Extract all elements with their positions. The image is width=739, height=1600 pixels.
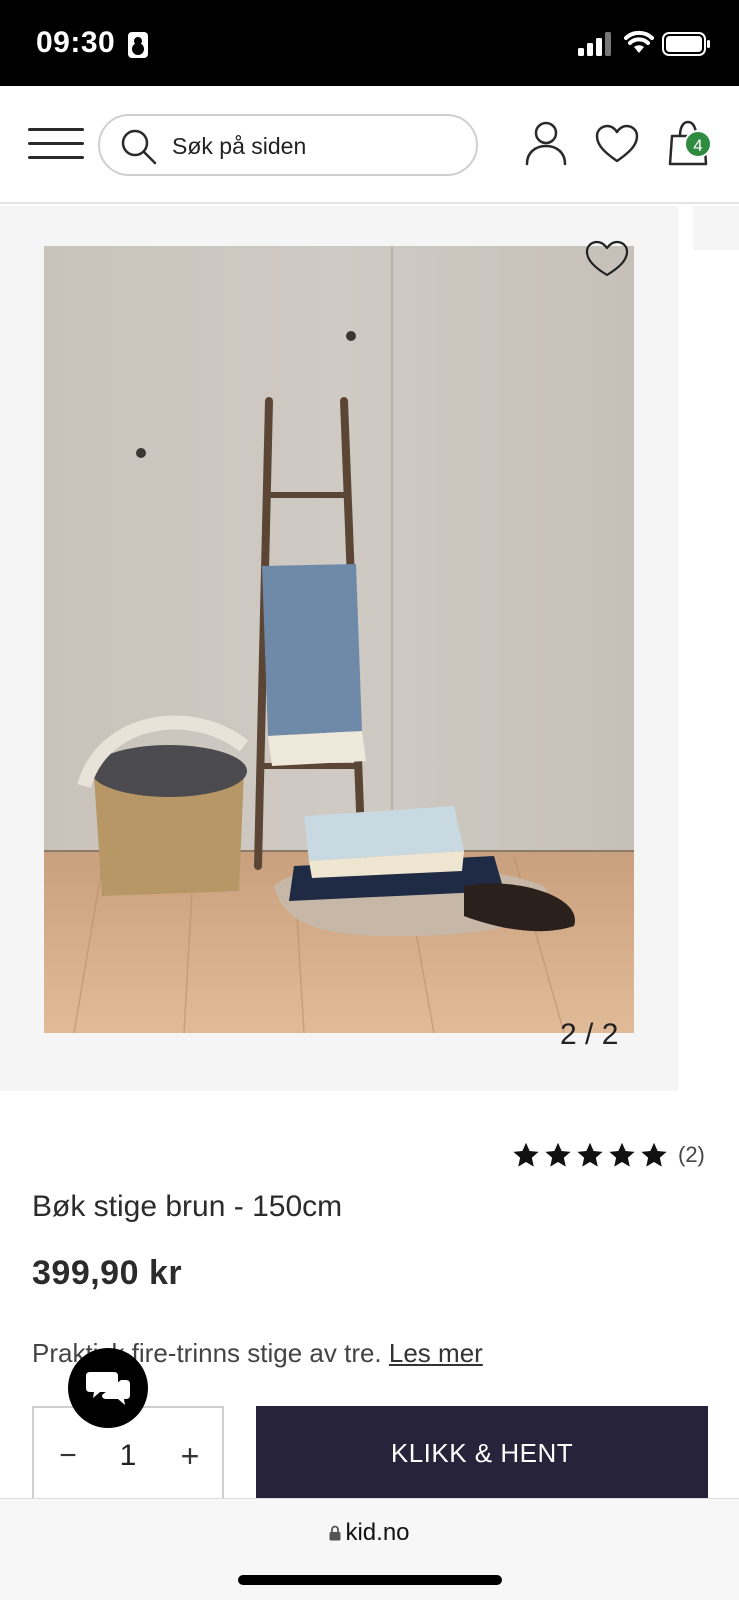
contact-badge-icon: [128, 32, 148, 58]
heart-icon[interactable]: [584, 240, 630, 278]
star-icon: [513, 1142, 539, 1167]
home-indicator[interactable]: [238, 1575, 502, 1585]
quantity-decrease-button[interactable]: −: [50, 1436, 86, 1476]
menu-icon-bar: [28, 156, 84, 159]
search-icon[interactable]: [120, 128, 158, 166]
quantity-increase-button[interactable]: +: [172, 1436, 208, 1476]
click-and-collect-button[interactable]: KLIKK & HENT: [256, 1406, 708, 1500]
search-input[interactable]: [172, 128, 462, 164]
menu-button[interactable]: [28, 126, 84, 162]
product-title: Bøk stige brun - 150cm: [32, 1190, 343, 1223]
product-rating[interactable]: (2): [512, 1138, 705, 1172]
status-bar: 09:30: [0, 0, 739, 86]
url-text: kid.no: [345, 1519, 410, 1546]
star-icon: [641, 1142, 667, 1167]
browser-address-bar[interactable]: kid.no: [0, 1498, 739, 1600]
product-gallery[interactable]: 2 / 2: [0, 206, 678, 1091]
search-bar[interactable]: [98, 114, 478, 176]
slide-counter: 2 / 2: [560, 1018, 619, 1051]
chat-icon: [86, 1372, 130, 1405]
wishlist-icon[interactable]: [594, 124, 640, 164]
product-image[interactable]: [44, 246, 634, 1033]
battery-icon: [662, 32, 710, 56]
site-header: 4: [0, 86, 739, 204]
next-slide-peek[interactable]: [693, 206, 739, 250]
lock-icon: [329, 1525, 341, 1541]
cart-count-badge[interactable]: 4: [684, 130, 712, 158]
chat-button[interactable]: [68, 1348, 148, 1428]
menu-icon-bar: [28, 142, 84, 145]
menu-icon-bar: [28, 128, 84, 131]
star-icon: [609, 1142, 635, 1167]
star-icon: [577, 1142, 603, 1167]
star-icon: [545, 1142, 571, 1167]
read-more-link[interactable]: Les mer: [389, 1338, 483, 1368]
rating-count[interactable]: (2): [678, 1142, 705, 1168]
status-time: 09:30: [36, 26, 116, 59]
wifi-icon: [624, 30, 654, 53]
product-price: 399,90 kr: [32, 1254, 183, 1292]
url-display[interactable]: kid.no: [0, 1519, 739, 1547]
quantity-value[interactable]: 1: [108, 1436, 148, 1476]
signal-icon: [578, 32, 611, 56]
account-icon[interactable]: [524, 120, 568, 166]
